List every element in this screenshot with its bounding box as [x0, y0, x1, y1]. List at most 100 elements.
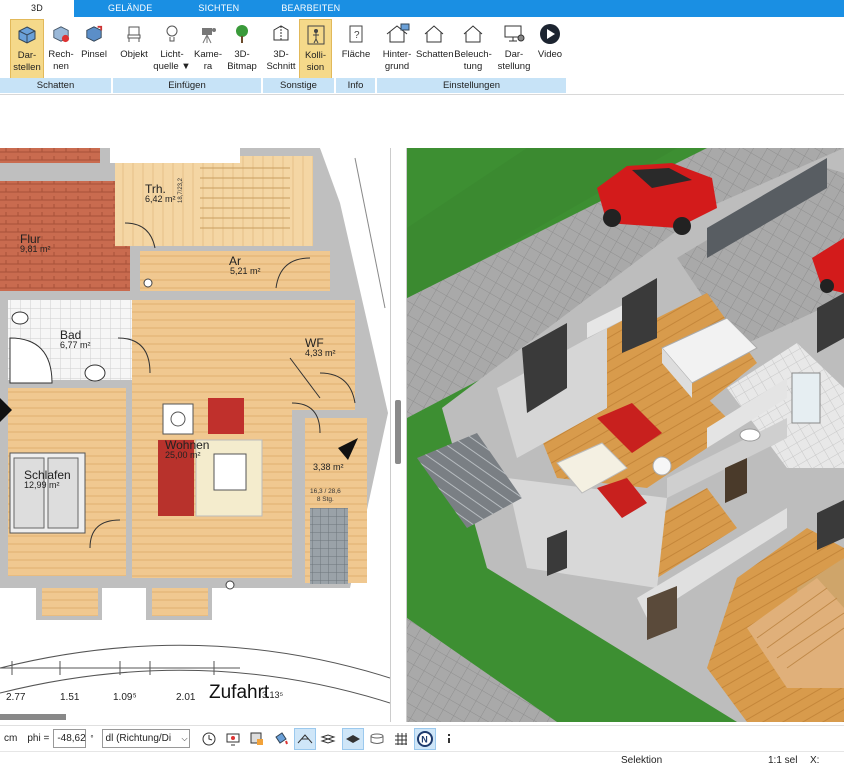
- schatten-button[interactable]: Schatten: [416, 19, 454, 79]
- btn-label: nen: [53, 61, 69, 72]
- room-area: 4,33 m²: [305, 348, 336, 358]
- pinsel-button[interactable]: Pinsel: [79, 19, 109, 79]
- stack-icon[interactable]: [366, 728, 388, 750]
- btn-label: sion: [306, 62, 325, 73]
- room-label[interactable]: Ar 5,21 m²: [229, 254, 261, 276]
- group-sonstige: Sonstige: [263, 78, 335, 93]
- ribbon: Dar- stellen Rech- nen Pinsel Schatten O…: [0, 17, 844, 95]
- rechnen-button[interactable]: Rech- nen: [46, 19, 76, 79]
- view-settings-icon[interactable]: [246, 728, 268, 750]
- btn-label: 3D-: [234, 49, 250, 60]
- btn-label: Dar-: [17, 50, 37, 61]
- paint-bucket-icon[interactable]: [270, 728, 292, 750]
- status-scale: 1:1 sel: [768, 755, 798, 766]
- room-label[interactable]: Flur 9,81 m²: [20, 232, 51, 254]
- bulb-icon: [153, 19, 191, 49]
- beleuchtung-button[interactable]: Beleuch- tung: [454, 19, 492, 79]
- btn-label: Dar-: [504, 49, 524, 60]
- btn-label: Kame-: [194, 49, 222, 60]
- floor-plan-view[interactable]: Flur 9,81 m² Trh. 6,42 m² Ar 5,21 m² Bad 6,7…: [0, 148, 390, 722]
- dropdown-arrow-icon: ▼: [181, 61, 191, 72]
- splitter-grip[interactable]: [395, 400, 401, 464]
- person-icon: [300, 20, 331, 50]
- room-label[interactable]: WF 4,33 m²: [305, 336, 336, 358]
- chevron-down-icon: ⌵: [180, 730, 188, 747]
- tab-bearbeiten[interactable]: BEARBEITEN: [261, 0, 362, 17]
- room-label[interactable]: Schlafen 12,99 m²: [24, 468, 71, 490]
- cube-render-icon: [46, 19, 76, 49]
- objekt-button[interactable]: Objekt: [117, 19, 151, 79]
- room-area: 6,77 m²: [60, 340, 91, 350]
- layers-icon[interactable]: [341, 727, 364, 750]
- house-shadow-icon: [416, 19, 452, 49]
- schnitt-3d-button[interactable]: 3D- Schnitt: [265, 19, 297, 79]
- status-mode: Selektion: [621, 755, 663, 766]
- btn-label: Video: [537, 49, 563, 60]
- room-label[interactable]: Wohnen 25,00 m²: [165, 438, 209, 460]
- room-label[interactable]: 3,38 m²: [313, 462, 344, 472]
- roof-view-icon[interactable]: [293, 727, 316, 750]
- area-info-icon: ?: [340, 19, 372, 49]
- floor-plan-drawing: [0, 148, 390, 720]
- texture-icon[interactable]: [318, 728, 340, 750]
- degree-label: °: [90, 734, 94, 743]
- room-label[interactable]: Trh. 6,42 m²: [145, 182, 176, 204]
- phi-input[interactable]: -48,62: [53, 729, 87, 748]
- more-options-icon[interactable]: [438, 728, 460, 750]
- house-light-icon: [454, 19, 492, 49]
- flaeche-button[interactable]: ? Fläche: [340, 19, 372, 79]
- btn-label: 3D-: [273, 49, 289, 60]
- darstellung-button[interactable]: Dar- stellung: [494, 19, 534, 79]
- clock-icon[interactable]: [198, 728, 220, 750]
- screen-capture-icon[interactable]: [222, 728, 244, 750]
- monitor-icon: [494, 19, 534, 49]
- direction-select[interactable]: dl (Richtung/Di ⌵: [101, 729, 190, 748]
- stair-label: 16,3 / 28,6 8 Stg.: [310, 488, 341, 503]
- tab-sichten[interactable]: SICHTEN: [174, 0, 261, 17]
- btn-label: ra: [203, 61, 213, 72]
- room-label[interactable]: Bad 6,77 m²: [60, 328, 91, 350]
- tree-icon: [225, 19, 259, 49]
- chair-icon: [117, 19, 151, 49]
- 3d-render: [407, 148, 844, 722]
- btn-label: Hinter-: [382, 49, 412, 60]
- kamera-button[interactable]: Kame- ra: [193, 19, 223, 79]
- btn-label: Kolli-: [304, 50, 327, 61]
- room-area: 9,81 m²: [20, 244, 51, 254]
- video-button[interactable]: Video: [535, 19, 565, 79]
- dimension: 2.77: [6, 692, 26, 703]
- bitmap-3d-button[interactable]: 3D- Bitmap: [225, 19, 259, 79]
- dimension: 1.51: [60, 692, 80, 703]
- unit-label: cm: [4, 733, 18, 744]
- btn-label: Rech-: [48, 49, 74, 60]
- lichtquelle-button[interactable]: Licht- quelle ▼: [153, 19, 191, 79]
- 3d-view[interactable]: [407, 148, 844, 722]
- darstellen-button[interactable]: Dar- stellen: [10, 19, 44, 79]
- north-compass-icon[interactable]: N: [413, 727, 436, 750]
- group-info: Info: [336, 78, 376, 93]
- cube-icon: [11, 20, 43, 50]
- ribbon-tab-bar: 3D GELÄNDE SICHTEN BEARBEITEN: [0, 0, 844, 17]
- btn-label: stellung: [497, 61, 531, 72]
- brush-icon: [79, 19, 109, 49]
- app-window: { "tabs": ["3D", "GELÄNDE", "SICHTEN", "…: [0, 0, 844, 767]
- btn-label: tung: [463, 61, 483, 72]
- dimension: 1.09⁵: [113, 692, 137, 703]
- grid-icon[interactable]: [390, 728, 412, 750]
- btn-label: Bitmap: [227, 61, 257, 72]
- house-background-icon: [379, 19, 415, 49]
- drive-label: Zufahrt: [209, 682, 270, 703]
- phi-label: phi =: [27, 733, 50, 744]
- group-schatten: Schatten: [0, 78, 112, 93]
- status-x-coord: X:: [810, 755, 820, 766]
- tab-gelaende[interactable]: GELÄNDE: [74, 0, 174, 17]
- dimension: 2.01: [176, 692, 196, 703]
- status-bar: Selektion 1:1 sel X:: [0, 751, 844, 767]
- hintergrund-button[interactable]: Hinter- grund: [379, 19, 415, 79]
- direction-select-value: dl (Richtung/Di: [105, 733, 172, 744]
- room-area: 3,38 m²: [313, 462, 344, 472]
- kollision-button[interactable]: Kolli- sion: [299, 19, 332, 79]
- tab-3d[interactable]: 3D: [0, 0, 74, 17]
- pane-splitter[interactable]: [390, 148, 407, 722]
- svg-text:?: ?: [354, 30, 360, 41]
